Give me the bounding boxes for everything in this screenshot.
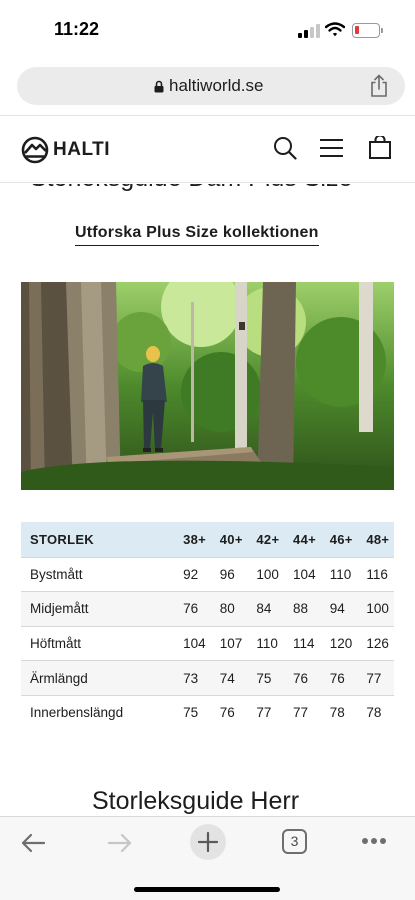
url-text: haltiworld.se	[169, 76, 264, 95]
table-cell: 75	[183, 705, 199, 721]
header-size: 44+	[293, 531, 316, 547]
home-indicator[interactable]	[134, 887, 280, 892]
search-icon[interactable]	[273, 136, 297, 160]
more-options-icon[interactable]	[361, 837, 387, 845]
row-label: Innerbenslängd	[30, 705, 124, 721]
table-cell: 104	[293, 566, 316, 582]
address-bar[interactable]: haltiworld.se	[17, 67, 405, 105]
size-table-container[interactable]: STORLEK 38+ 40+ 42+ 44+ 46+ 48+ Bystmått…	[21, 522, 394, 730]
table-cell: 126	[366, 635, 389, 651]
browser-toolbar: 3	[0, 816, 415, 900]
table-row: Höftmått 104 107 110 114 120 126	[21, 626, 394, 661]
table-cell: 73	[183, 670, 199, 686]
status-bar: 11:22	[0, 0, 415, 58]
size-table: STORLEK 38+ 40+ 42+ 44+ 46+ 48+ Bystmått…	[21, 522, 394, 730]
new-tab-plus-icon[interactable]	[189, 823, 227, 861]
table-cell: 92	[183, 566, 199, 582]
table-cell: 116	[366, 566, 388, 582]
back-arrow-icon[interactable]	[20, 832, 46, 854]
table-row: Innerbenslängd 75 76 77 77 78 78	[21, 695, 394, 730]
explore-plus-size-link[interactable]: Utforska Plus Size kollektionen	[75, 224, 319, 246]
status-time: 11:22	[54, 19, 100, 39]
row-label: Midjemått	[30, 601, 89, 617]
share-icon[interactable]	[369, 74, 389, 98]
table-cell: 75	[256, 670, 272, 686]
table-cell: 78	[366, 705, 382, 721]
table-cell: 84	[256, 601, 272, 617]
table-cell: 77	[256, 705, 272, 721]
battery-icon	[352, 23, 380, 38]
lock-icon	[154, 80, 164, 93]
cart-icon[interactable]	[368, 136, 392, 160]
table-cell: 120	[329, 635, 353, 651]
table-cell: 110	[329, 566, 352, 582]
header-size: 42+	[256, 531, 280, 547]
table-cell: 100	[366, 601, 389, 617]
table-row: Bystmått 92 96 100 104 110 116	[21, 557, 394, 592]
table-row: Midjemått 76 80 84 88 94 100	[21, 591, 394, 627]
table-cell: 80	[219, 601, 235, 617]
header-size: 48+	[366, 531, 390, 547]
table-cell: 104	[183, 635, 206, 651]
table-cell: 96	[219, 566, 235, 582]
logo-text: HALTI	[53, 139, 111, 160]
size-table-header-row: STORLEK 38+ 40+ 42+ 44+ 46+ 48+	[21, 522, 394, 557]
page-title: Storleksguide Dam Plus Size	[30, 184, 352, 193]
row-label: Bystmått	[30, 566, 83, 582]
table-cell: 107	[219, 635, 243, 651]
table-cell: 77	[366, 670, 382, 686]
size-guide-men-heading: Storleksguide Herr	[92, 787, 300, 815]
forward-arrow-icon[interactable]	[107, 832, 133, 854]
battery-tip	[381, 28, 383, 33]
menu-icon[interactable]	[319, 136, 344, 160]
header-size: 40+	[219, 531, 243, 547]
header-size: 46+	[329, 531, 353, 547]
table-cell: 100	[256, 566, 279, 582]
table-cell: 76	[183, 601, 199, 617]
cellular-signal-icon	[298, 24, 320, 38]
table-cell: 114	[293, 635, 315, 651]
table-cell: 76	[329, 670, 345, 686]
row-label: Höftmått	[30, 635, 82, 651]
table-cell: 77	[293, 705, 309, 721]
site-header: HALTI	[0, 115, 415, 183]
row-label: Ärmlängd	[30, 670, 88, 686]
tabs-button[interactable]: 3	[282, 829, 307, 854]
page-content: Storleksguide Dam Plus Size Utforska Plu…	[0, 184, 415, 816]
wifi-icon	[325, 22, 345, 37]
table-cell: 94	[329, 601, 345, 617]
header-size: 38+	[183, 531, 207, 547]
table-cell: 76	[219, 705, 235, 721]
header-storlek: STORLEK	[30, 531, 94, 547]
table-cell: 88	[293, 601, 309, 617]
table-cell: 78	[329, 705, 345, 721]
table-cell: 110	[256, 635, 278, 651]
table-cell: 74	[219, 670, 235, 686]
halti-logo[interactable]: HALTI	[21, 136, 110, 164]
halti-logo-icon	[21, 136, 49, 164]
table-cell: 76	[293, 670, 309, 686]
table-row: Ärmlängd 73 74 75 76 76 77	[21, 660, 394, 696]
forest-photo	[21, 282, 394, 490]
